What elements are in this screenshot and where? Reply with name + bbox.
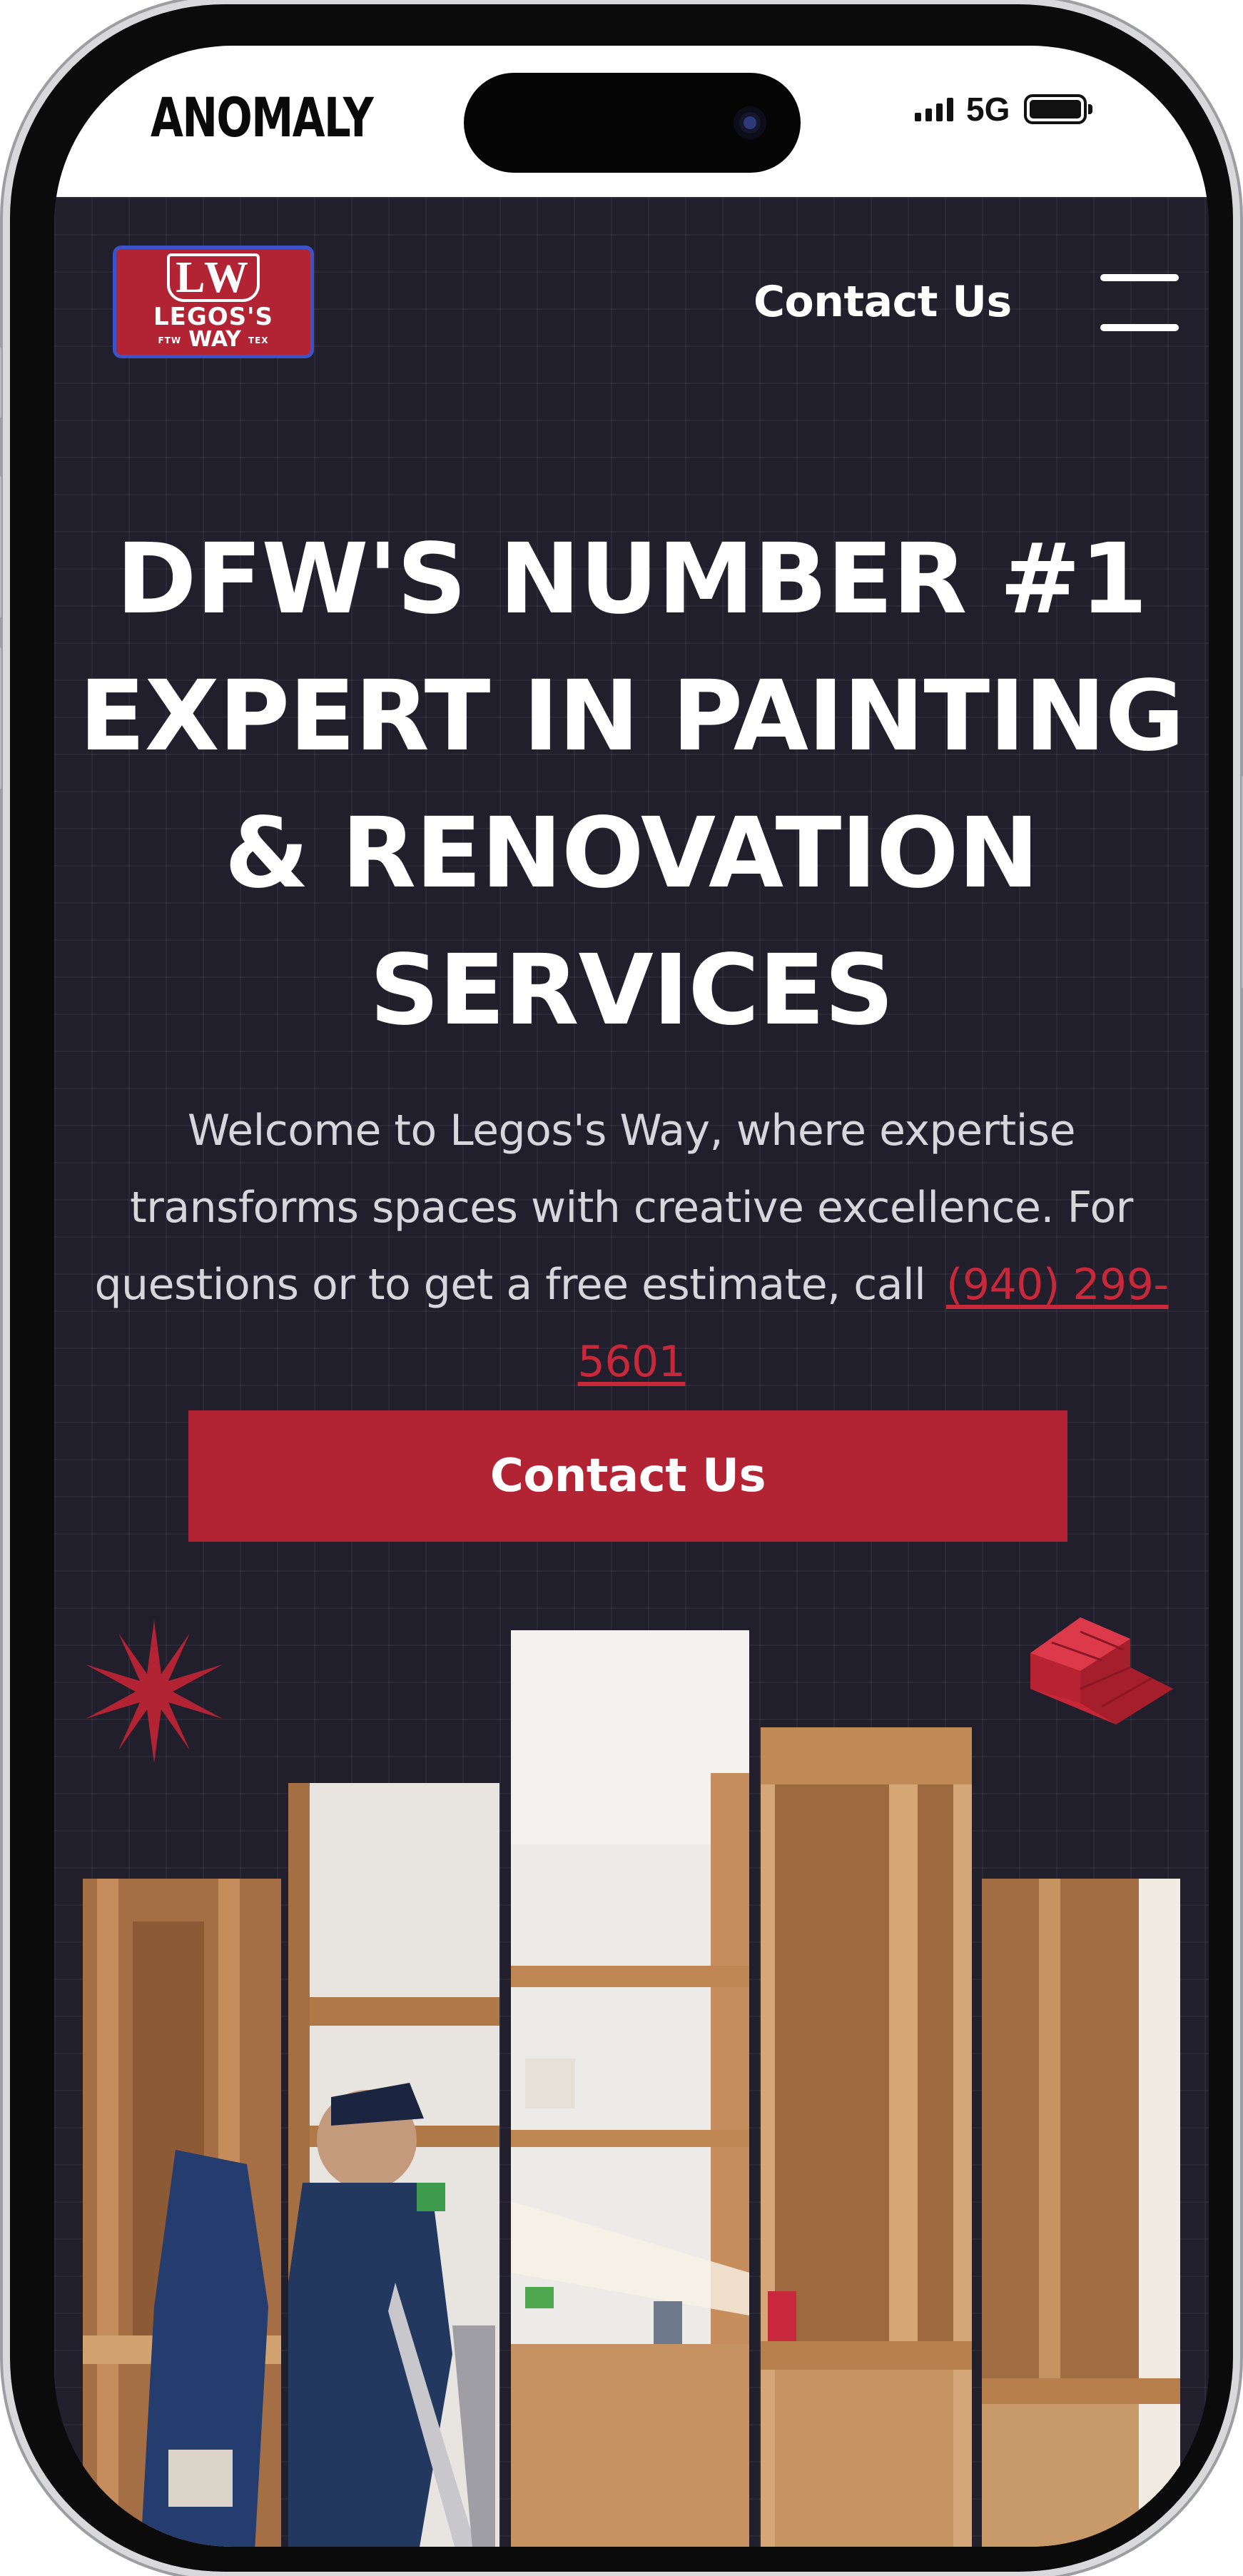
gallery-photo bbox=[511, 1630, 749, 2547]
battery-icon bbox=[1024, 94, 1093, 124]
hamburger-icon[interactable] bbox=[1100, 274, 1179, 334]
volume-button bbox=[0, 475, 1, 618]
volume-button bbox=[0, 347, 1, 418]
site-logo[interactable]: LW LEGOS'S FTW WAY TEX bbox=[113, 246, 314, 358]
carrier-label: ANOMALY bbox=[151, 86, 374, 149]
gallery-photo bbox=[761, 1727, 972, 2547]
gallery-photo bbox=[288, 1783, 499, 2547]
logo-name-line2: FTW WAY TEX bbox=[158, 327, 269, 352]
phone-frame: ANOMALY 5G LW LEGOS'S FTW WAY TEX Contac… bbox=[0, 4, 1243, 2572]
volume-button bbox=[0, 647, 1, 789]
status-bar: ANOMALY 5G bbox=[54, 46, 1209, 197]
phone-screen: ANOMALY 5G LW LEGOS'S FTW WAY TEX Contac… bbox=[54, 46, 1209, 2547]
brick-icon bbox=[1030, 1617, 1173, 1724]
camera-lens bbox=[744, 116, 756, 129]
logo-mark: LW bbox=[116, 253, 310, 302]
network-label: 5G bbox=[966, 91, 1010, 128]
hero-headline: DFW'S NUMBER #1 EXPERT IN PAINTING & REN… bbox=[78, 523, 1185, 1047]
contact-us-button[interactable]: Contact Us bbox=[188, 1410, 1067, 1542]
header-contact-link[interactable]: Contact Us bbox=[754, 277, 1012, 327]
hero-intro: Welcome to Legos's Way, where expertise … bbox=[86, 1092, 1177, 1400]
signal-icon bbox=[915, 97, 953, 121]
starburst-icon bbox=[86, 1620, 223, 1763]
logo-name: LEGOS'S bbox=[153, 303, 274, 331]
gallery-photo bbox=[83, 1879, 281, 2547]
status-indicators: 5G bbox=[915, 90, 1093, 128]
gallery-photo bbox=[982, 1879, 1180, 2547]
website-viewport: LW LEGOS'S FTW WAY TEX Contact Us DFW'S NU… bbox=[54, 197, 1209, 2547]
dynamic-island bbox=[464, 73, 801, 173]
